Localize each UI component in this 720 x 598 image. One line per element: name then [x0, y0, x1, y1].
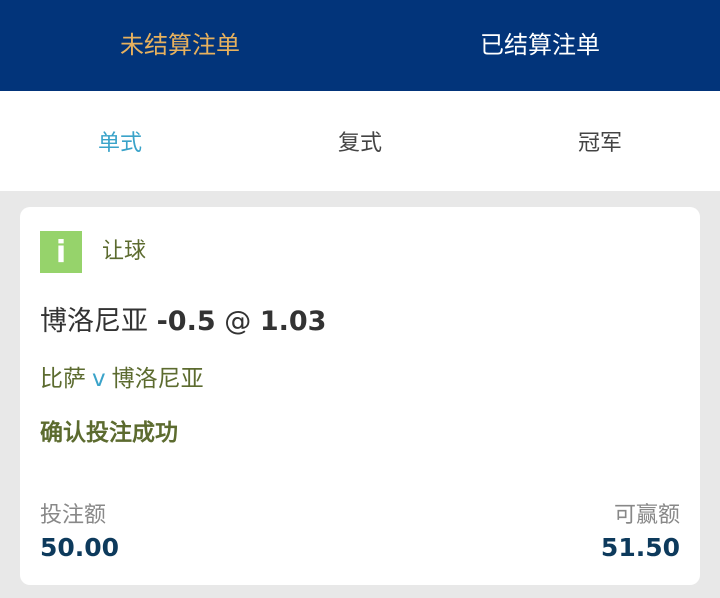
- bet-status: 确认投注成功: [40, 420, 178, 446]
- market-type: 让球: [102, 239, 147, 264]
- stake-value: 50.00: [40, 533, 120, 562]
- tab-settled-bets[interactable]: 已结算注单: [360, 0, 720, 91]
- tab-multiple[interactable]: 复式: [240, 91, 480, 191]
- event-name: 比萨 v 博洛尼亚: [40, 359, 204, 393]
- vs-separator: v: [92, 366, 106, 392]
- stake-block: 投注额 50.00: [40, 497, 119, 562]
- away-team: 博洛尼亚: [111, 366, 204, 392]
- at-symbol: @: [224, 306, 252, 337]
- payout-value: 51.50: [600, 533, 680, 562]
- tab-unsettled-bets[interactable]: 未结算注单: [0, 0, 360, 91]
- bet-status-tabs: 未结算注单 已结算注单: [0, 0, 720, 91]
- tab-outright[interactable]: 冠军: [480, 91, 720, 191]
- info-icon: i: [40, 231, 82, 273]
- handicap-value: -0.5: [156, 306, 216, 337]
- home-team: 比萨: [40, 366, 86, 392]
- odds-value: 1.03: [259, 306, 327, 337]
- tab-single[interactable]: 单式: [0, 91, 240, 191]
- bet-selection: 博洛尼亚 -0.5 @ 1.03: [40, 299, 326, 338]
- payout-block: 可赢额 51.50: [601, 497, 680, 562]
- stake-label: 投注额: [40, 503, 107, 528]
- bet-type-tabs: 单式 复式 冠军: [0, 91, 720, 191]
- bet-card: i 让球 博洛尼亚 -0.5 @ 1.03 比萨 v 博洛尼亚 确认投注成功 投注额…: [20, 207, 700, 585]
- selection-team: 博洛尼亚: [40, 306, 148, 337]
- payout-label: 可赢额: [613, 503, 680, 528]
